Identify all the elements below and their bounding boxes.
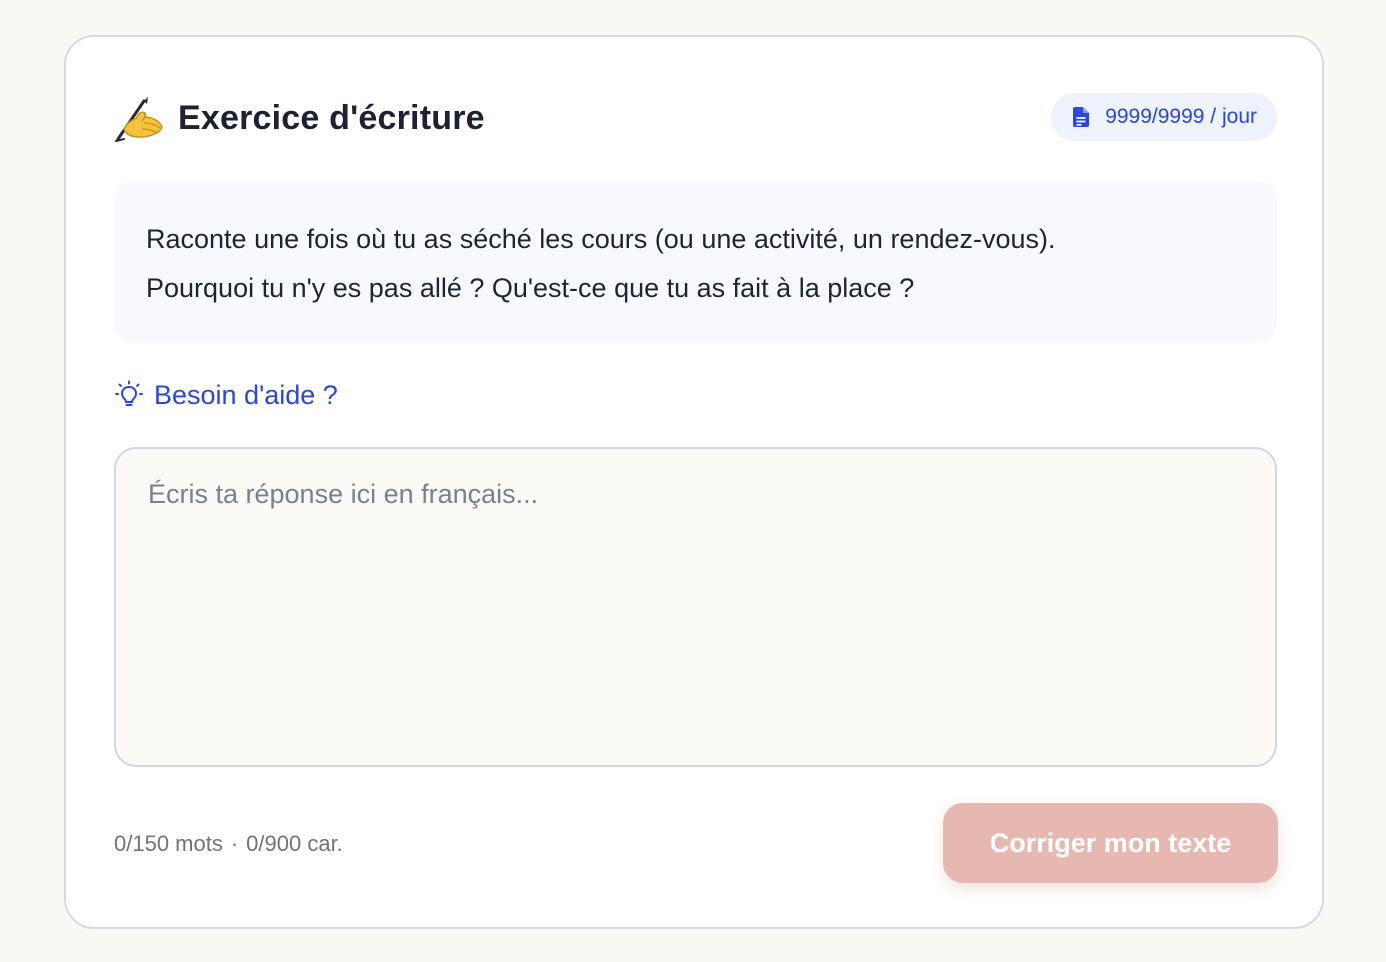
writing-exercise-card: Exercice d'écriture 9999/9999 / jour Rac… [64, 35, 1324, 929]
help-link-label[interactable]: Besoin d'aide ? [154, 380, 338, 411]
title-group: Exercice d'écriture [114, 93, 485, 143]
writing-hand-icon [114, 93, 166, 143]
card-header: Exercice d'écriture 9999/9999 / jour [114, 93, 1277, 143]
exercise-prompt: Raconte une fois où tu as séché les cour… [114, 181, 1277, 343]
prompt-line: Raconte une fois où tu as séché les cour… [146, 224, 1056, 254]
answer-textarea[interactable] [114, 447, 1277, 767]
document-icon [1073, 107, 1090, 127]
char-count: 0/900 car. [246, 831, 343, 856]
prompt-line: Pourquoi tu n'y es pas allé ? Qu'est-ce … [146, 273, 915, 303]
word-count: 0/150 mots [114, 831, 223, 856]
daily-quota-badge: 9999/9999 / jour [1051, 93, 1277, 141]
exercise-title: Exercice d'écriture [178, 98, 485, 137]
counter-separator: · [230, 831, 239, 856]
help-link[interactable]: Besoin d'aide ? [114, 375, 338, 415]
quota-text: 9999/9999 / jour [1105, 105, 1257, 128]
word-char-counter: 0/150 mots · 0/900 car. [114, 827, 343, 861]
lightbulb-icon [114, 380, 144, 410]
correct-text-button[interactable]: Corriger mon texte [943, 803, 1278, 883]
